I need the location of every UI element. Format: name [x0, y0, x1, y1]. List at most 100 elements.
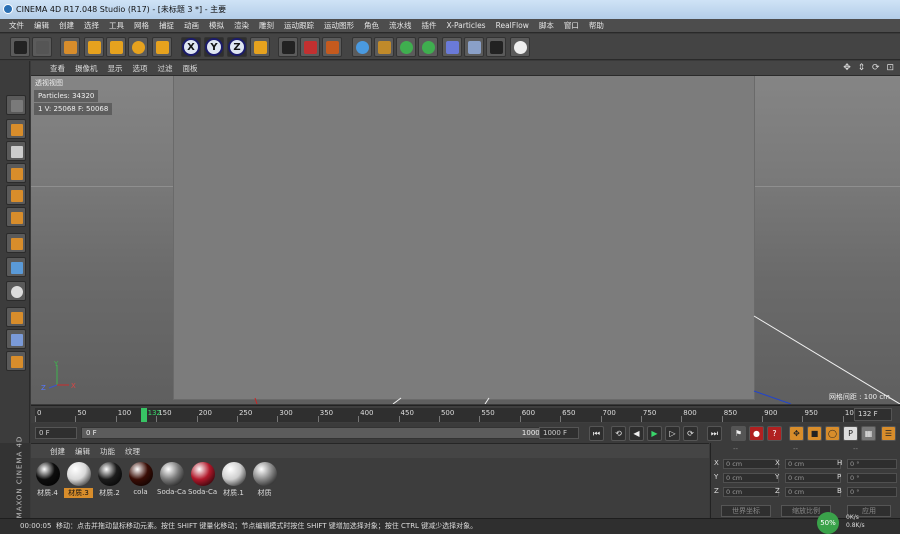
menu-item[interactable]: 创建 [54, 19, 79, 33]
key-rotation-icon[interactable]: ◯ [825, 426, 840, 441]
material-menu-item[interactable]: 纹理 [120, 446, 145, 457]
menu-item[interactable]: 编辑 [29, 19, 54, 33]
preview-range-slider[interactable]: 0 F 1000 F [81, 427, 551, 439]
toolbar-render-picture-viewer-button[interactable] [300, 37, 320, 57]
toolbar-render-view-button[interactable] [278, 37, 298, 57]
material-swatch[interactable]: 材质.1 [219, 461, 248, 500]
perspective-viewport[interactable]: 透视视图 Particles: 34320 1 V: 25068 F: 5006… [31, 76, 900, 404]
viewport-nav-icons[interactable]: ✥ ⇕ ⟳ ⊡ [843, 63, 896, 73]
edges-mode-button[interactable] [6, 185, 26, 205]
coord-size-field[interactable]: 0 cm [785, 487, 841, 497]
material-swatch[interactable]: 材质.2 [95, 461, 124, 500]
material-menu-item[interactable]: 编辑 [70, 446, 95, 457]
toolbar-redo-button[interactable] [32, 37, 52, 57]
menu-item[interactable]: 工具 [104, 19, 129, 33]
menu-item[interactable]: 渲染 [229, 19, 254, 33]
workplane-button[interactable] [6, 329, 26, 349]
menu-item[interactable]: 脚本 [534, 19, 559, 33]
toolbar-undo-button[interactable] [10, 37, 30, 57]
timeline-window-icon[interactable]: ☰ [881, 426, 896, 441]
coord-rotation-field[interactable]: 0 ° [847, 487, 897, 497]
key-position-icon[interactable]: ✥ [789, 426, 804, 441]
toolbar-camera-button[interactable] [486, 37, 506, 57]
max-frame-field[interactable]: 1000 F [539, 427, 579, 439]
lock-button[interactable] [6, 351, 26, 371]
coord-size-field[interactable]: 0 cm [785, 473, 841, 483]
viewport-menu-item[interactable]: 摄像机 [70, 63, 103, 74]
coord-rotation-field[interactable]: 0 ° [847, 459, 897, 469]
menu-item[interactable]: 窗口 [559, 19, 584, 33]
viewport-menu-item[interactable]: 查看 [45, 63, 70, 74]
toolbar-render-settings-button[interactable] [322, 37, 342, 57]
material-swatch[interactable]: Soda-Ca [157, 461, 186, 500]
menu-item[interactable]: 动画 [179, 19, 204, 33]
go-to-end-button[interactable]: ⏭ [707, 426, 722, 441]
previous-key-button[interactable]: ⟲ [611, 426, 626, 441]
axis-mode-button[interactable] [6, 233, 26, 253]
material-swatch[interactable]: Soda-Ca [188, 461, 217, 500]
toolbar-x-axis-button[interactable]: X [181, 37, 201, 57]
toolbar-scale-button[interactable] [106, 37, 126, 57]
menu-item[interactable]: 运动跟踪 [279, 19, 319, 33]
menu-item[interactable]: RealFlow [491, 19, 534, 33]
toolbar-move-button[interactable] [84, 37, 104, 57]
object-mode-button[interactable] [6, 119, 26, 139]
toolbar-subdivision-button[interactable] [396, 37, 416, 57]
toolbar-add-button[interactable] [152, 37, 172, 57]
start-frame-field[interactable]: 0 F [35, 427, 77, 439]
menu-item[interactable]: 捕捉 [154, 19, 179, 33]
world-coordinates-select[interactable]: 世界坐标 [721, 505, 771, 517]
toolbar-rotate-button[interactable] [128, 37, 148, 57]
timeline[interactable]: 0 50 100 150 200 250 300 350 400 450 500 550 600 650 7… [31, 405, 900, 423]
coord-position-field[interactable]: 0 cm [723, 459, 779, 469]
material-menu-item[interactable]: 功能 [95, 446, 120, 457]
coord-rotation-field[interactable]: 0 ° [847, 473, 897, 483]
model-mode-button[interactable] [6, 95, 26, 115]
coord-position-field[interactable]: 0 cm [723, 473, 779, 483]
texture-mode-button[interactable] [6, 141, 26, 161]
snap-button[interactable] [6, 281, 26, 301]
menu-item[interactable]: 插件 [417, 19, 442, 33]
toolbar-pen-button[interactable] [374, 37, 394, 57]
menu-item[interactable]: X-Particles [442, 19, 491, 33]
tweak-mode-button[interactable] [6, 257, 26, 277]
motion-record-icon[interactable]: ⚑ [731, 426, 746, 441]
previous-frame-button[interactable]: ◀ [629, 426, 644, 441]
viewport-menu-item[interactable]: 过滤 [153, 63, 178, 74]
key-param-icon[interactable]: P [843, 426, 858, 441]
next-frame-button[interactable]: ▷ [665, 426, 680, 441]
menu-item[interactable]: 帮助 [584, 19, 609, 33]
timeline-ruler[interactable]: 0 50 100 150 200 250 300 350 400 450 500 550 600 650 7… [35, 408, 858, 422]
toolbar-y-axis-button[interactable]: Y [204, 37, 224, 57]
key-scale-icon[interactable]: ■ [807, 426, 822, 441]
autokey-icon[interactable]: ? [767, 426, 782, 441]
end-frame-field[interactable]: 132 F [854, 408, 892, 421]
polygons-mode-button[interactable] [6, 207, 26, 227]
menu-item[interactable]: 流水线 [384, 19, 417, 33]
material-swatch[interactable]: 材质.4 [33, 461, 62, 500]
toolbar-coordinate-system-button[interactable] [250, 37, 270, 57]
toolbar-deformer-button[interactable] [442, 37, 462, 57]
material-swatch[interactable]: 材质 [250, 461, 279, 500]
viewport-menu-item[interactable]: 选项 [128, 63, 153, 74]
menu-item[interactable]: 网格 [129, 19, 154, 33]
toolbar-light-button[interactable] [510, 37, 530, 57]
toolbar-floor-button[interactable] [464, 37, 484, 57]
material-menu-item[interactable]: 创建 [45, 446, 70, 457]
toolbar-z-axis-button[interactable]: Z [227, 37, 247, 57]
toolbar-live-select-button[interactable] [60, 37, 80, 57]
menu-item[interactable]: 运动图形 [319, 19, 359, 33]
magnet-button[interactable] [6, 307, 26, 327]
material-swatch[interactable]: cola [126, 461, 155, 500]
menu-item[interactable]: 雕刻 [254, 19, 279, 33]
toolbar-array-button[interactable] [418, 37, 438, 57]
go-to-start-button[interactable]: ⏮ [589, 426, 604, 441]
menu-item[interactable]: 文件 [4, 19, 29, 33]
toolbar-cube-button[interactable] [352, 37, 372, 57]
menu-item[interactable]: 选择 [79, 19, 104, 33]
coord-size-field[interactable]: 0 cm [785, 459, 841, 469]
record-active-icon[interactable]: ● [749, 426, 764, 441]
viewport-menu-item[interactable]: 显示 [103, 63, 128, 74]
points-mode-button[interactable] [6, 163, 26, 183]
viewport-menu-item[interactable]: 面板 [178, 63, 203, 74]
